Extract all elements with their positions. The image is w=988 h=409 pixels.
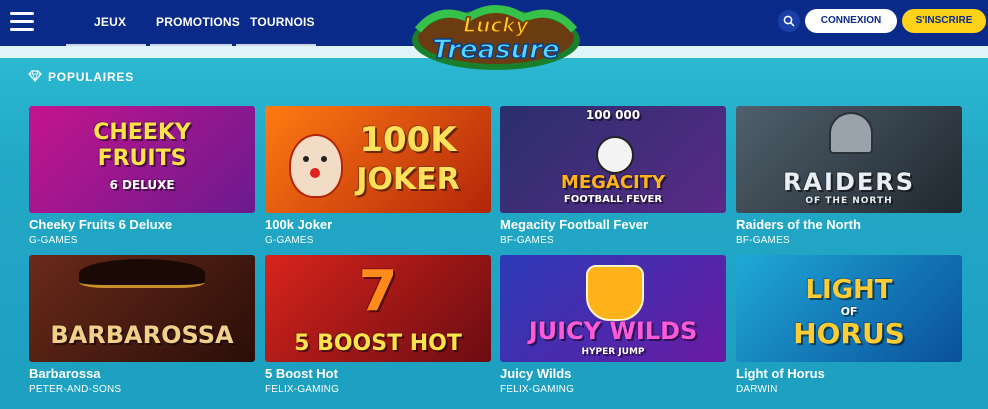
signup-button[interactable]: S'INSCRIRE [902,9,986,33]
brand-logo[interactable]: Lucky Treasure [408,0,584,74]
search-button[interactable] [778,10,800,32]
game-title[interactable]: Megacity Football Fever [500,217,726,232]
game-card[interactable]: 7 5 BOOST HOT 5 Boost Hot FELIX-GAMING [265,255,491,395]
game-thumbnail[interactable]: LIGHT OF HORUS [736,255,962,362]
game-title[interactable]: Barbarossa [29,366,255,381]
game-provider: DARWIN [736,384,778,395]
thumbnail-subtitle: FOOTBALL FEVER [563,194,663,205]
game-provider: G-GAMES [265,235,314,246]
thumbnail-title: 5 BOOST HOT [294,331,462,356]
game-card[interactable]: JUICY WILDS HYPER JUMP Juicy Wilds FELIX… [500,255,726,395]
joker-face-icon [289,134,343,198]
thumbnail-title: RAIDERS [782,168,916,196]
game-thumbnail[interactable]: 100K JOKER [265,106,491,213]
game-thumbnail[interactable]: JUICY WILDS HYPER JUMP [500,255,726,362]
thumbnail-subtitle: 6 DELUXE [109,178,175,192]
game-card[interactable]: CHEEKY FRUITS 6 DELUXE Cheeky Fruits 6 D… [29,106,255,246]
nav-tab-indicator [236,44,316,46]
section-heading: POPULAIRES [28,70,134,85]
game-thumbnail[interactable]: BARBAROSSA [29,255,255,362]
thumbnail-title: MEGACITY [560,172,666,193]
game-thumbnail[interactable]: RAIDERS OF THE NORTH [736,106,962,213]
game-thumbnail[interactable]: 7 5 BOOST HOT [265,255,491,362]
football-icon [596,136,634,174]
svg-text:Lucky: Lucky [463,13,529,37]
thumbnail-title: BARBAROSSA [50,321,234,349]
pirate-hat-icon [79,259,205,288]
thumbnail-title: CHEEKY [93,120,191,145]
game-title[interactable]: Juicy Wilds [500,366,726,381]
thumbnail-title: 100K [359,120,457,160]
game-card[interactable]: LIGHT OF HORUS Light of Horus DARWIN [736,255,962,395]
game-thumbnail[interactable]: CHEEKY FRUITS 6 DELUXE [29,106,255,213]
game-provider: FELIX-GAMING [500,384,575,395]
thumbnail-subtitle: OF THE NORTH [805,196,893,206]
nav-jeux[interactable]: JEUX [94,15,126,29]
game-provider: FELIX-GAMING [265,384,340,395]
thumbnail-subtitle: 100 000 [585,108,641,122]
game-card[interactable]: 100 000 MEGACITY FOOTBALL FEVER Megacity… [500,106,726,246]
thumbnail-subtitle: HYPER JUMP [581,347,645,357]
section-title-text: POPULAIRES [48,70,135,84]
nav-tab-indicator [150,44,232,46]
svg-text:Treasure: Treasure [432,35,559,65]
viking-helmet-icon [829,112,873,154]
thumbnail-title: JUICY WILDS [528,317,698,345]
search-icon [783,15,795,27]
game-thumbnail[interactable]: 100 000 MEGACITY FOOTBALL FEVER [500,106,726,213]
diamond-icon [28,70,42,85]
game-provider: G-GAMES [29,235,78,246]
thumbnail-title: LIGHT [805,275,893,305]
game-provider: BF-GAMES [500,235,554,246]
login-button[interactable]: CONNEXION [805,9,897,33]
cocktail-glass-icon [586,265,644,321]
thumbnail-title: JOKER [356,162,460,197]
game-title[interactable]: Raiders of the North [736,217,962,232]
game-provider: PETER-AND-SONS [29,384,122,395]
game-title[interactable]: Light of Horus [736,366,962,381]
nav-promotions[interactable]: PROMOTIONS [156,15,240,29]
thumbnail-title: FRUITS [97,146,187,171]
game-title[interactable]: 100k Joker [265,217,491,232]
nav-tab-indicator [66,44,146,46]
game-card[interactable]: RAIDERS OF THE NORTH Raiders of the Nort… [736,106,962,246]
nav-tournois[interactable]: TOURNOIS [250,15,315,29]
hamburger-menu-icon[interactable] [10,12,34,32]
game-title[interactable]: Cheeky Fruits 6 Deluxe [29,217,255,232]
thumbnail-title: HORUS [793,317,905,350]
game-title[interactable]: 5 Boost Hot [265,366,491,381]
game-card[interactable]: BARBAROSSA Barbarossa PETER-AND-SONS [29,255,255,395]
game-card[interactable]: 100K JOKER 100k Joker G-GAMES [265,106,491,246]
game-provider: BF-GAMES [736,235,790,246]
thumbnail-title: 7 [358,259,398,324]
